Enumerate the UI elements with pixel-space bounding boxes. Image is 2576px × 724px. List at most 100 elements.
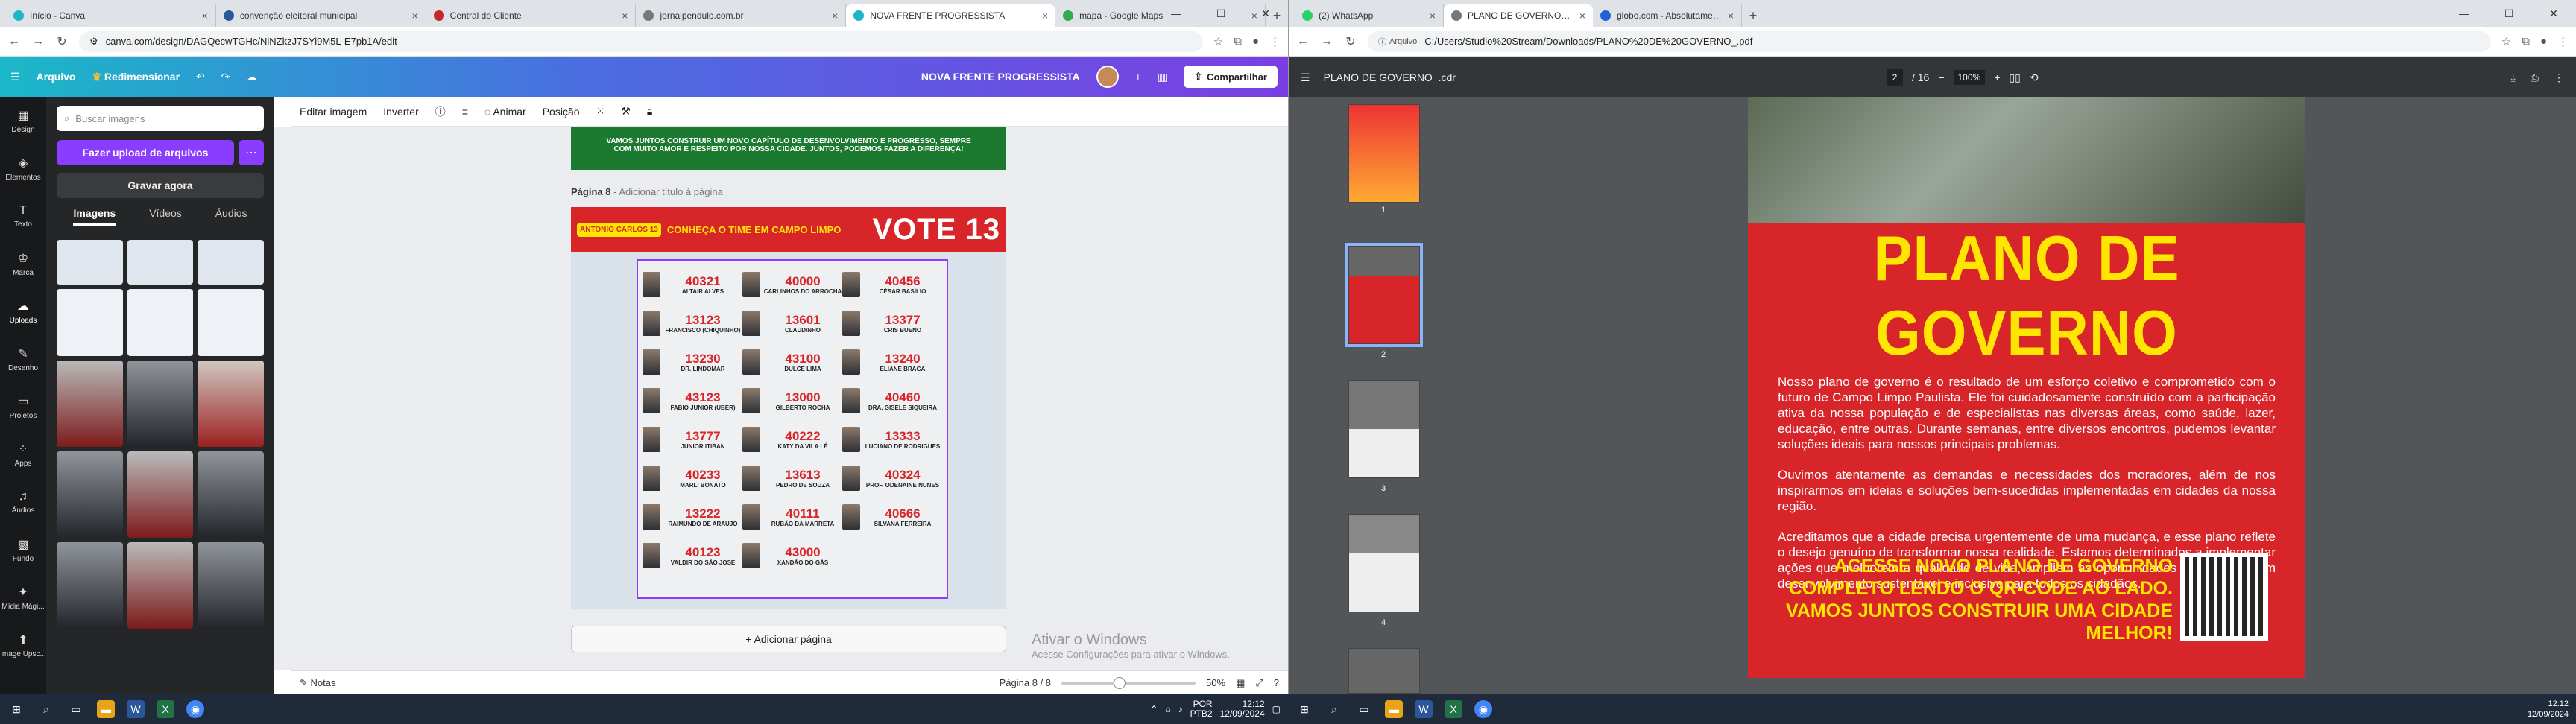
close-icon[interactable]: ×: [1579, 10, 1585, 22]
animate-button[interactable]: ◌ Animar: [484, 106, 526, 118]
upload-thumb[interactable]: [57, 240, 123, 285]
profile-icon[interactable]: ●: [2540, 35, 2547, 48]
page-thumb-2[interactable]: [1345, 243, 1423, 347]
page-input[interactable]: 2: [1886, 69, 1903, 86]
lock-icon[interactable]: 🔒︎: [647, 105, 652, 118]
transparency-icon[interactable]: ⁙: [596, 105, 605, 118]
search-icon[interactable]: ⌕: [37, 700, 55, 718]
rail-brand[interactable]: ♔ Marca: [0, 240, 46, 288]
excel-icon[interactable]: X: [1445, 700, 1462, 718]
close-icon[interactable]: ×: [1728, 10, 1734, 22]
upload-thumb[interactable]: [57, 542, 123, 629]
file-explorer-icon[interactable]: ▬: [97, 700, 115, 718]
menu-dots-icon[interactable]: ⋮: [2557, 35, 2569, 48]
chrome-icon[interactable]: ◉: [186, 700, 204, 718]
profile-icon[interactable]: ●: [1252, 35, 1259, 48]
upload-thumb[interactable]: [57, 451, 123, 538]
more-options-icon[interactable]: ⋮: [2554, 72, 2564, 84]
clock[interactable]: 12:12 12/09/2024: [1220, 699, 1265, 719]
zoom-out-icon[interactable]: −: [1938, 72, 1944, 83]
tab-audios[interactable]: Áudios: [215, 207, 247, 226]
upload-thumb[interactable]: [127, 361, 194, 447]
insights-icon[interactable]: ▥: [1158, 71, 1167, 83]
file-explorer-icon[interactable]: ▬: [1385, 700, 1403, 718]
edit-image-button[interactable]: Editar imagem: [300, 106, 367, 118]
notification-icon[interactable]: ▢: [1272, 704, 1281, 714]
rail-background[interactable]: ▩ Fundo: [0, 526, 46, 574]
upload-files-button[interactable]: Fazer upload de arquivos: [57, 140, 234, 165]
back-icon[interactable]: ←: [1296, 35, 1310, 48]
forward-icon[interactable]: →: [1320, 35, 1333, 48]
upload-thumb[interactable]: [127, 289, 194, 356]
sidebar-toggle-icon[interactable]: ☰: [1301, 72, 1310, 84]
close-icon[interactable]: ×: [622, 10, 628, 22]
task-view-icon[interactable]: ▭: [67, 700, 85, 718]
upload-thumb[interactable]: [127, 240, 194, 285]
page-title-input[interactable]: - Adicionar título à página: [613, 186, 723, 197]
page-counter[interactable]: Página 8 / 8: [1000, 677, 1051, 688]
search-icon[interactable]: ⌕: [1325, 700, 1343, 718]
extensions-icon[interactable]: ⧉: [2522, 35, 2530, 48]
flip-button[interactable]: Inverter: [383, 106, 418, 118]
hamburger-icon[interactable]: ☰: [10, 71, 20, 83]
position-button[interactable]: Posição: [543, 106, 580, 118]
tab-globo[interactable]: globo.com - Absolutamente t... ×: [1593, 4, 1742, 27]
share-button[interactable]: ⇪ Compartilhar: [1184, 66, 1278, 88]
url-field[interactable]: ⓘ Arquivo C:/Users/Studio%20Stream/Downlo…: [1368, 31, 2491, 52]
rail-image-upscaler[interactable]: ⬆ Image Upsc...: [0, 621, 46, 669]
lines-icon[interactable]: ≡: [462, 106, 468, 118]
zoom-slider[interactable]: [1061, 676, 1196, 689]
windows-start-icon[interactable]: ⊞: [1295, 700, 1313, 718]
upload-thumb[interactable]: [198, 240, 264, 285]
tab-nova-frente[interactable]: NOVA FRENTE PROGRESSISTA ×: [846, 4, 1056, 27]
word-icon[interactable]: W: [1415, 700, 1433, 718]
tab-videos[interactable]: Vídeos: [149, 207, 182, 226]
close-icon[interactable]: ×: [832, 10, 838, 22]
rail-apps[interactable]: ⁘ Apps: [0, 431, 46, 478]
tab-plano-pdf[interactable]: PLANO DE GOVERNO_.cdr ×: [1444, 4, 1593, 27]
download-icon[interactable]: ⤓: [2511, 72, 2516, 84]
fullscreen-icon[interactable]: ⤢: [1255, 677, 1263, 689]
volume-icon[interactable]: ♪: [1178, 704, 1183, 714]
upload-thumb[interactable]: [198, 451, 264, 538]
upload-thumb[interactable]: [198, 542, 264, 629]
close-icon[interactable]: ×: [1430, 10, 1436, 22]
clock[interactable]: 12:12 12/09/2024: [2528, 699, 2569, 720]
candidates-grid[interactable]: 40321 ALTAIR ALVES 40000 CARLINHOS DO ARROC…: [637, 259, 948, 599]
print-icon[interactable]: ⎙: [2531, 72, 2539, 84]
reload-icon[interactable]: ↻: [1344, 34, 1357, 49]
zoom-value[interactable]: 50%: [1206, 677, 1225, 688]
search-input[interactable]: ⌕ Buscar imagens: [57, 106, 264, 131]
bookmark-star-icon[interactable]: ☆: [2501, 35, 2511, 48]
upload-thumb[interactable]: [127, 451, 194, 538]
rail-audio[interactable]: ♫ Áudios: [0, 478, 46, 526]
page-thumb-3[interactable]: [1348, 380, 1420, 478]
close-icon[interactable]: ×: [202, 10, 208, 22]
tray-chevron-icon[interactable]: ⌃: [1150, 704, 1158, 714]
back-icon[interactable]: ←: [7, 35, 21, 48]
upload-thumb[interactable]: [198, 289, 264, 356]
tab-convencao[interactable]: convenção eleitoral municipal ×: [216, 4, 426, 27]
design-title[interactable]: NOVA FRENTE PROGRESSISTA: [921, 71, 1080, 83]
grid-view-icon[interactable]: ▦: [1236, 677, 1245, 689]
close-window-icon[interactable]: ✕: [1243, 0, 1288, 27]
zoom-input[interactable]: 100%: [1953, 70, 1986, 85]
chrome-icon[interactable]: ◉: [1474, 700, 1492, 718]
menu-dots-icon[interactable]: ⋮: [1269, 35, 1281, 48]
zoom-in-icon[interactable]: +: [1994, 72, 2000, 83]
task-view-icon[interactable]: ▭: [1355, 700, 1373, 718]
url-field[interactable]: ⚙ canva.com/design/DAGQecwTGHc/NiNZkzJ7SY…: [79, 31, 1203, 52]
info-icon[interactable]: ⓘ: [435, 104, 446, 119]
tab-images[interactable]: Imagens: [73, 207, 116, 226]
network-icon[interactable]: ⌂: [1165, 704, 1170, 714]
tab-central[interactable]: Central do Cliente ×: [426, 4, 637, 27]
tab-whatsapp[interactable]: (2) WhatsApp ×: [1295, 4, 1444, 27]
page-thumb-4[interactable]: [1348, 514, 1420, 612]
tab-jornal[interactable]: jornalpendulo.com.br ×: [636, 4, 847, 27]
rail-text[interactable]: T Texto: [0, 192, 46, 240]
pdf-viewport[interactable]: PLANO DE GOVERNO Nosso plano de governo …: [1480, 97, 2576, 694]
close-icon[interactable]: ×: [1042, 10, 1048, 22]
resize-button[interactable]: ♛ Redimensionar: [92, 71, 180, 83]
add-page-button[interactable]: + Adicionar página: [571, 626, 1006, 652]
page-thumb-5[interactable]: [1348, 648, 1420, 694]
